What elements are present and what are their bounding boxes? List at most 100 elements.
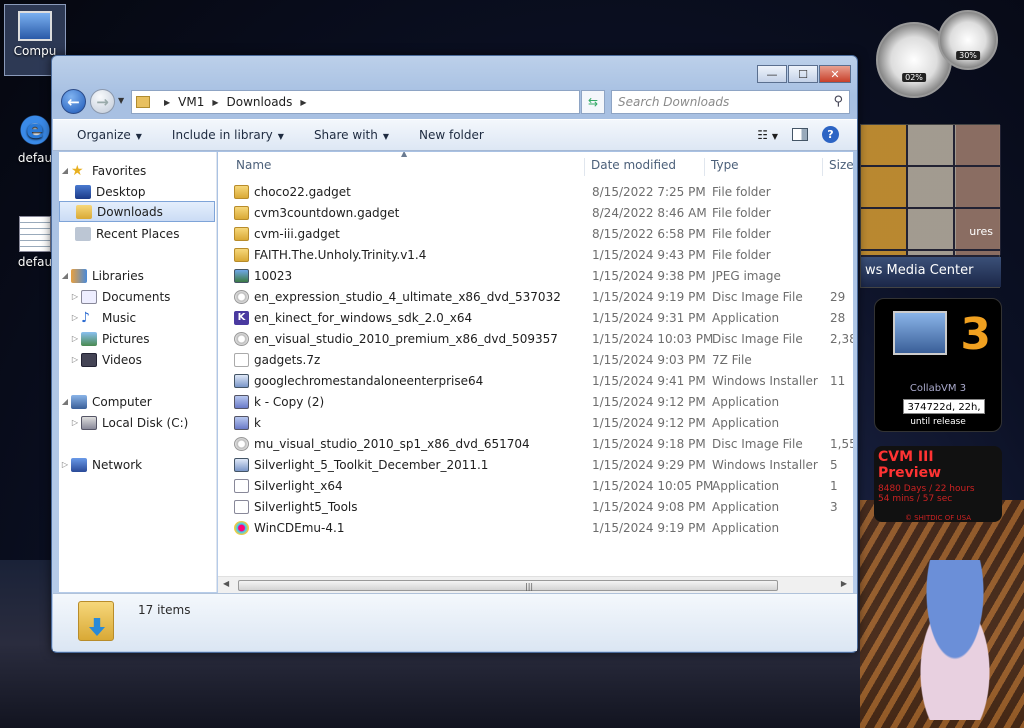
expand-icon[interactable]: ▷ [69,292,81,301]
column-name[interactable]: Name [230,158,271,176]
file-type: JPEG image [712,269,781,283]
expand-icon[interactable]: ▷ [69,313,81,322]
file-row[interactable]: googlechromestandaloneenterprise64 1/15/2… [218,371,853,392]
nav-label: Libraries [92,268,144,283]
column-size[interactable]: Size [822,158,853,176]
nav-videos[interactable]: ▷ Videos [69,349,142,370]
nav-network[interactable]: ▷ Network [59,454,142,475]
view-controls: ☷ ▼ ? [757,126,839,143]
file-row[interactable]: k 1/15/2024 9:12 PM Application [218,413,853,434]
collapse-icon[interactable]: ◢ [59,397,71,406]
file-name-cell: choco22.gadget [234,185,574,199]
new-folder-button[interactable]: New folder [419,128,484,142]
media-center-gadget[interactable]: ures ws Media Center [860,124,1001,288]
nav-computer[interactable]: ◢ Computer [59,391,152,412]
nav-recent-places[interactable]: Recent Places [75,223,179,244]
nav-documents[interactable]: ▷ Documents [69,286,170,307]
file-row[interactable]: mu_visual_studio_2010_sp1_x86_dvd_651704… [218,434,853,455]
file-row[interactable]: Silverlight_x64 1/15/2024 10:05 PM Applica… [218,476,853,497]
expand-icon[interactable]: ▷ [59,460,71,469]
expand-icon[interactable]: ▷ [69,334,81,343]
back-button[interactable]: ← [61,89,86,114]
nav-pictures[interactable]: ▷ Pictures [69,328,150,349]
collapse-icon[interactable]: ◢ [59,271,71,280]
explorer-window[interactable]: — ☐ ✕ ← → ▼ ▶ VM1 ▶ Downloads ▶ ▼ ⇆ Sear… [51,55,858,653]
file-row[interactable]: k - Copy (2) 1/15/2024 9:12 PM Application [218,392,853,413]
scroll-left-icon[interactable]: ◀ [223,579,229,588]
column-date-modified[interactable]: Date modified [584,158,676,176]
file-name-cell: FAITH.The.Unholy.Trinity.v1.4 [234,248,574,262]
recent-pages-dropdown[interactable]: ▼ [118,96,124,105]
chevron-right-icon[interactable]: ▶ [164,98,170,107]
file-row[interactable]: choco22.gadget 8/15/2022 7:25 PM File fold… [218,182,853,203]
file-row[interactable]: WinCDEmu-4.1 1/15/2024 9:19 PM Application [218,518,853,539]
scroll-right-icon[interactable]: ▶ [841,579,847,588]
downloads-folder-icon [78,601,114,641]
file-row[interactable]: FAITH.The.Unholy.Trinity.v1.4 1/15/2024 9… [218,245,853,266]
file-row[interactable]: gadgets.7z 1/15/2024 9:03 PM 7Z File [218,350,853,371]
maximize-button[interactable]: ☐ [788,65,818,83]
scrollbar-thumb[interactable]: ||| [238,580,778,591]
file-row[interactable]: en_visual_studio_2010_premium_x86_dvd_50… [218,329,853,350]
change-view-button[interactable]: ☷ ▼ [757,128,778,142]
internet-explorer-icon: e [17,112,53,148]
file-name-cell: Silverlight_5_Toolkit_December_2011.1 [234,458,574,472]
column-type[interactable]: Type [704,158,739,176]
include-in-library-button[interactable]: Include in library ▼ [172,128,284,142]
organize-button[interactable]: Organize ▼ [77,128,142,142]
nav-label: Network [92,457,143,472]
help-button[interactable]: ? [822,126,839,143]
file-type: File folder [712,206,771,220]
preview-pane-button[interactable] [792,128,808,141]
nav-favorites[interactable]: ◢ ★ Favorites [59,160,146,181]
close-button[interactable]: ✕ [819,65,851,83]
file-type: Disc Image File [712,437,803,451]
horizontal-scrollbar[interactable]: ◀ ||| ▶ [218,576,853,593]
file-row[interactable]: cvm-iii.gadget 8/15/2022 6:58 PM File fold… [218,224,853,245]
collapse-icon[interactable]: ◢ [59,166,71,175]
refresh-button[interactable]: ⇆ [581,90,605,114]
forward-button[interactable]: → [90,89,115,114]
file-row[interactable]: 10023 1/15/2024 9:38 PM JPEG image [218,266,853,287]
search-input[interactable]: Search Downloads ⚲ [611,90,850,114]
nav-libraries[interactable]: ◢ Libraries [59,265,144,286]
preview-line-1: 8480 Days / 22 hours [878,484,975,494]
breadcrumb-vm1[interactable]: VM1 [178,95,204,109]
minimize-button[interactable]: — [757,65,787,83]
file-row[interactable]: Silverlight5_Tools 1/15/2024 9:08 PM Appli… [218,497,853,518]
file-name: en_visual_studio_2010_premium_x86_dvd_50… [254,332,558,346]
expand-icon[interactable]: ▷ [69,355,81,364]
application-icon [234,500,249,514]
window-controls: — ☐ ✕ [757,65,851,83]
nav-label: Documents [102,289,171,304]
file-row[interactable]: cvm3countdown.gadget 8/24/2022 8:46 AM Fil… [218,203,853,224]
file-name-cell: gadgets.7z [234,353,574,367]
arrow-right-icon: → [96,92,109,111]
address-row: ← → ▼ ▶ VM1 ▶ Downloads ▶ ▼ ⇆ Search Dow… [58,89,854,115]
search-icon[interactable]: ⚲ [833,94,843,109]
chevron-right-icon[interactable]: ▶ [212,98,218,107]
expand-icon[interactable]: ▷ [69,418,81,427]
nav-music[interactable]: ▷ ♪ Music [69,307,136,328]
file-row[interactable]: Ken_kinect_for_windows_sdk_2.0_x64 1/15/2… [218,308,853,329]
file-name: en_expression_studio_4_ultimate_x86_dvd_… [254,290,561,304]
file-row[interactable]: en_expression_studio_4_ultimate_x86_dvd_… [218,287,853,308]
address-bar[interactable]: ▶ VM1 ▶ Downloads ▶ ▼ [131,90,641,114]
nav-downloads[interactable]: Downloads [59,201,215,222]
cvm-preview-gadget[interactable]: CVM III Preview 8480 Days / 22 hours 54 … [874,446,1002,522]
breadcrumb-downloads[interactable]: Downloads [227,95,293,109]
file-name: cvm-iii.gadget [254,227,340,241]
installer-icon [234,458,249,472]
memory-meter-gadget[interactable]: 30% [938,10,998,70]
nav-desktop[interactable]: Desktop [75,181,146,202]
documents-icon [81,289,97,304]
file-row[interactable]: Silverlight_5_Toolkit_December_2011.1 1/1… [218,455,853,476]
file-date: 1/15/2024 9:03 PM [592,353,706,367]
chevron-right-icon[interactable]: ▶ [300,98,306,107]
collabvm-gadget[interactable]: 3 CollabVM 3 374722d, 22h, 5 until relea… [874,298,1002,432]
file-size: 3 [830,500,838,514]
nav-label: Recent Places [96,226,180,241]
file-name-cell: cvm3countdown.gadget [234,206,574,220]
nav-local-disk[interactable]: ▷ Local Disk (C:) [69,412,188,433]
share-with-button[interactable]: Share with ▼ [314,128,389,142]
